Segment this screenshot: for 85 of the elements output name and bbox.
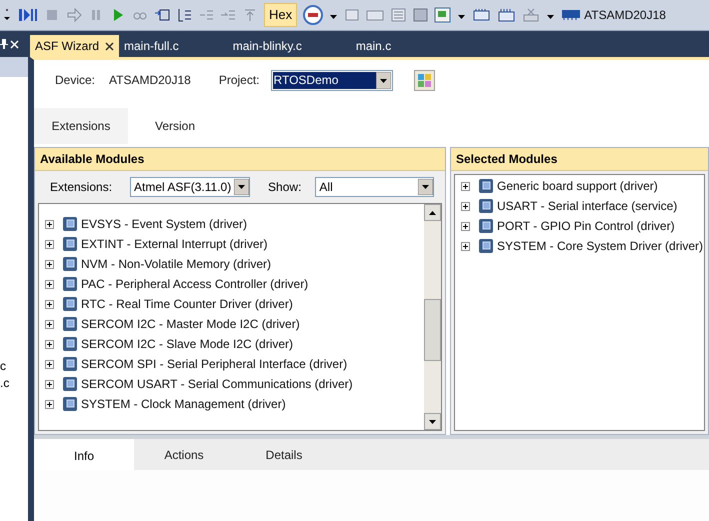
document-tab[interactable]: main-blinky.c [228,35,307,57]
run-pause-icon[interactable] [18,7,38,23]
module-item[interactable]: SERCOM I2C - Slave Mode I2C (driver) [81,335,294,353]
project-label: Project: [218,72,260,89]
scroll-up-button[interactable] [424,204,441,221]
module-item[interactable]: EXTINT - External Interrupt (driver) [81,235,268,253]
step-over-icon[interactable] [176,7,192,23]
module-icon [479,218,493,234]
tab[interactable]: Actions [134,439,234,470]
module-item[interactable]: SERCOM I2C - Master Mode I2C (driver) [81,315,300,333]
document-tab[interactable]: main-full.c [119,35,184,57]
expand-icon[interactable] [45,320,54,328]
device-value: ATSAMD20J18 [109,72,191,89]
extensions-label: Extensions: [50,179,112,196]
module-icon [63,216,77,232]
module-item[interactable]: RTC - Real Time Counter Driver (driver) [81,295,293,313]
module-icon [63,276,77,292]
expand-icon[interactable] [45,260,54,268]
step-into-icon[interactable] [154,7,170,23]
module-item[interactable]: SYSTEM - Core System Driver (driver) [497,237,704,255]
dropdown-arrow-icon[interactable] [418,179,434,195]
expand-icon[interactable] [461,182,470,190]
module-item[interactable]: SERCOM USART - Serial Communications (driver) [81,375,353,393]
tab[interactable]: Details [234,439,334,470]
expand-icon[interactable] [45,220,54,228]
configure-icon[interactable] [414,70,435,90]
down-arrow-icon [429,420,436,424]
scrollbar[interactable] [424,204,441,430]
device-label: Device: [55,72,96,89]
device-name: ATSAMD20J18 [584,7,666,24]
pin-icon[interactable] [0,39,8,49]
expand-icon[interactable] [45,280,54,288]
file-name: c [0,358,6,375]
module-item[interactable]: PAC - Peripheral Access Controller (driver) [81,275,308,293]
extensions-dropdown[interactable]: Atmel ASF(3.11.0) [130,177,250,197]
up-arrow-icon [429,210,436,214]
module-icon [63,236,77,252]
toolbar-options-icon[interactable] [2,7,12,23]
close-icon[interactable] [105,42,114,50]
module-item[interactable]: USART - Serial interface (service) [497,197,678,215]
module-icon [479,198,493,214]
project-dropdown[interactable]: RTOSDemo [270,70,393,90]
tab[interactable]: Version [128,108,222,144]
expand-icon[interactable] [45,380,54,388]
module-icon [63,296,77,312]
document-tab[interactable]: main.c [350,35,396,57]
module-item[interactable]: SYSTEM - Clock Management (driver) [81,395,286,413]
panel-header: Available Modules [35,148,445,171]
dropdown-arrow-icon[interactable] [376,72,391,88]
expand-icon[interactable] [45,300,54,308]
scroll-down-button[interactable] [424,413,441,430]
module-item[interactable]: SERCOM SPI - Serial Peripheral Interface (driver) [81,355,348,373]
expand-icon[interactable] [45,240,54,248]
module-icon [63,356,77,372]
hex-toggle-button[interactable]: Hex [264,3,298,27]
expand-icon[interactable] [45,360,54,368]
image-icon[interactable] [434,7,452,23]
module-icon [63,336,77,352]
module-icon [63,256,77,272]
show-dropdown[interactable]: All [315,177,434,197]
dropdown-arrow-icon[interactable] [234,179,250,195]
tab[interactable]: Extensions [34,108,128,144]
expand-icon[interactable] [45,340,54,348]
memory-chip-icon[interactable] [497,7,516,23]
file-name: .c [0,375,10,392]
module-icon [479,238,493,254]
module-item[interactable]: PORT - GPIO Pin Control (driver) [497,217,675,235]
expand-icon[interactable] [461,202,470,210]
module-icon [63,396,77,412]
document-tab[interactable]: ASF Wizard [30,35,120,57]
module-icon [63,316,77,332]
round-logo-icon[interactable] [303,5,324,25]
memory-chip-icon[interactable] [472,7,492,23]
expand-icon[interactable] [461,242,470,250]
module-icon [63,376,77,392]
expand-icon[interactable] [461,222,470,230]
panel-header: Selected Modules [451,148,708,171]
expand-icon[interactable] [45,400,54,408]
module-item[interactable]: Generic board support (driver) [497,177,658,195]
tab[interactable]: Info [34,439,134,470]
module-item[interactable]: EVSYS - Event System (driver) [81,215,248,233]
module-icon [479,178,493,194]
scroll-thumb[interactable] [424,299,441,361]
module-item[interactable]: NVM - Non-Volatile Memory (driver) [81,255,272,273]
show-label: Show: [268,179,302,196]
